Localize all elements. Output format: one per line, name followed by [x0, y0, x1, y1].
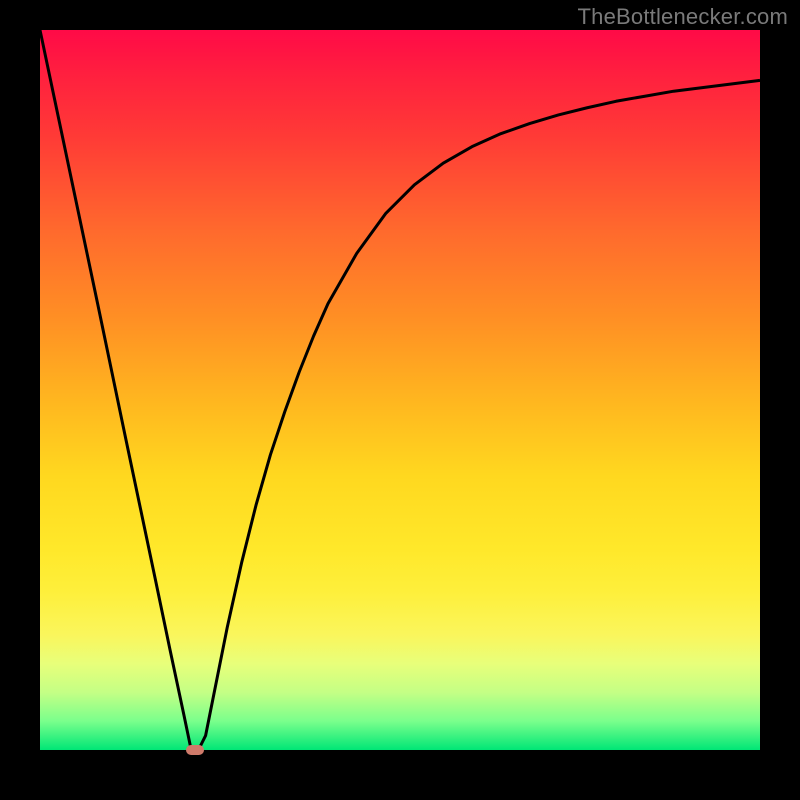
curve-svg: [40, 30, 760, 750]
optimum-marker: [186, 745, 204, 755]
plot-area: [40, 30, 760, 750]
chart-frame: TheBottlenecker.com: [0, 0, 800, 800]
bottleneck-curve: [40, 30, 760, 750]
attribution-text: TheBottlenecker.com: [578, 4, 788, 30]
